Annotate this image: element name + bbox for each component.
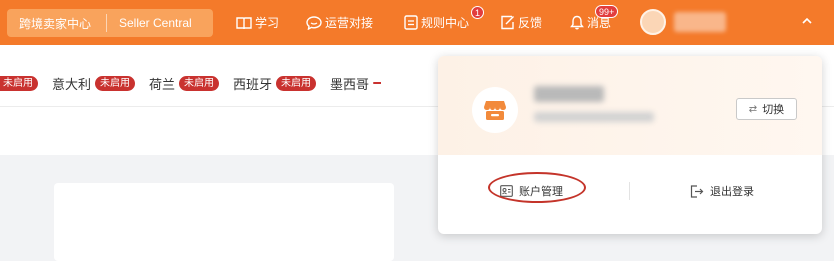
brand-cn-label[interactable]: 跨境卖家中心: [7, 15, 106, 32]
messages-notification-badge: 99+: [595, 5, 619, 18]
nav-learning-label: 学习: [255, 16, 280, 30]
inactive-status-pill-partial: [373, 82, 382, 84]
store-icon: [484, 101, 506, 120]
inactive-status-pill: 未启用: [276, 75, 317, 91]
account-management-label: 账户管理: [519, 186, 563, 198]
market-item-mexico[interactable]: 墨西哥: [330, 74, 382, 93]
account-management-link[interactable]: 账户管理: [500, 180, 563, 202]
logout-link[interactable]: 退出登录: [690, 180, 754, 202]
inactive-status-pill: 未启用: [95, 75, 136, 91]
marketplace-strip: 未启用 意大利 未启用 荷兰 未启用 西班牙 未启用 墨西哥: [0, 70, 395, 96]
chat-icon: [306, 15, 322, 30]
bell-icon: [570, 15, 584, 30]
chevron-up-icon[interactable]: [801, 15, 813, 27]
account-dropdown-panel: ⇄ 切换 账户管理 退出登录: [438, 56, 822, 234]
content-card: [54, 183, 394, 261]
nav-feedback[interactable]: 反馈: [500, 0, 542, 45]
rules-notification-badge: 1: [471, 6, 485, 19]
nav-feedback-label: 反馈: [518, 16, 543, 30]
market-item-netherlands[interactable]: 荷兰 未启用: [149, 74, 220, 93]
market-name: 墨西哥: [330, 76, 370, 92]
logout-label: 退出登录: [710, 186, 754, 198]
switch-button-label: 切换: [762, 104, 785, 116]
market-name: 西班牙: [233, 76, 273, 92]
nav-messages[interactable]: 消息 99+: [570, 0, 619, 45]
inactive-status-pill: 未启用: [0, 75, 38, 91]
nav-operations-label: 运营对接: [325, 16, 374, 30]
nav-operations[interactable]: 运营对接: [306, 0, 373, 45]
user-avatar[interactable]: [640, 9, 666, 35]
book-icon: [236, 16, 252, 29]
brand-en-label[interactable]: Seller Central: [107, 16, 192, 30]
swap-icon: ⇄: [748, 103, 758, 115]
market-name: 意大利: [52, 76, 92, 92]
brand-switcher[interactable]: 跨境卖家中心 Seller Central: [7, 9, 213, 37]
market-item[interactable]: 未启用: [0, 75, 38, 91]
user-name-blurred: [674, 12, 726, 32]
account-summary: ⇄ 切换: [438, 56, 822, 155]
id-card-icon: [500, 185, 513, 197]
store-logo: [472, 87, 518, 133]
inactive-status-pill: 未启用: [179, 75, 220, 91]
nav-learning[interactable]: 学习: [236, 0, 279, 45]
switch-account-button[interactable]: ⇄ 切换: [736, 98, 797, 120]
edit-icon: [501, 15, 514, 30]
action-divider: [629, 182, 630, 200]
store-id-blurred: [534, 112, 654, 122]
document-icon: [404, 15, 418, 30]
market-name: 荷兰: [149, 76, 176, 92]
top-navigation-bar: 跨境卖家中心 Seller Central 学习 运营对接 规则中心 1 反馈: [0, 0, 834, 45]
market-item-italy[interactable]: 意大利 未启用: [52, 74, 136, 93]
logout-icon: [690, 184, 704, 198]
market-item-spain[interactable]: 西班牙 未启用: [233, 74, 317, 93]
nav-rules-label: 规则中心: [421, 16, 470, 30]
nav-rules-center[interactable]: 规则中心 1: [404, 0, 485, 45]
store-name-blurred: [534, 86, 604, 102]
